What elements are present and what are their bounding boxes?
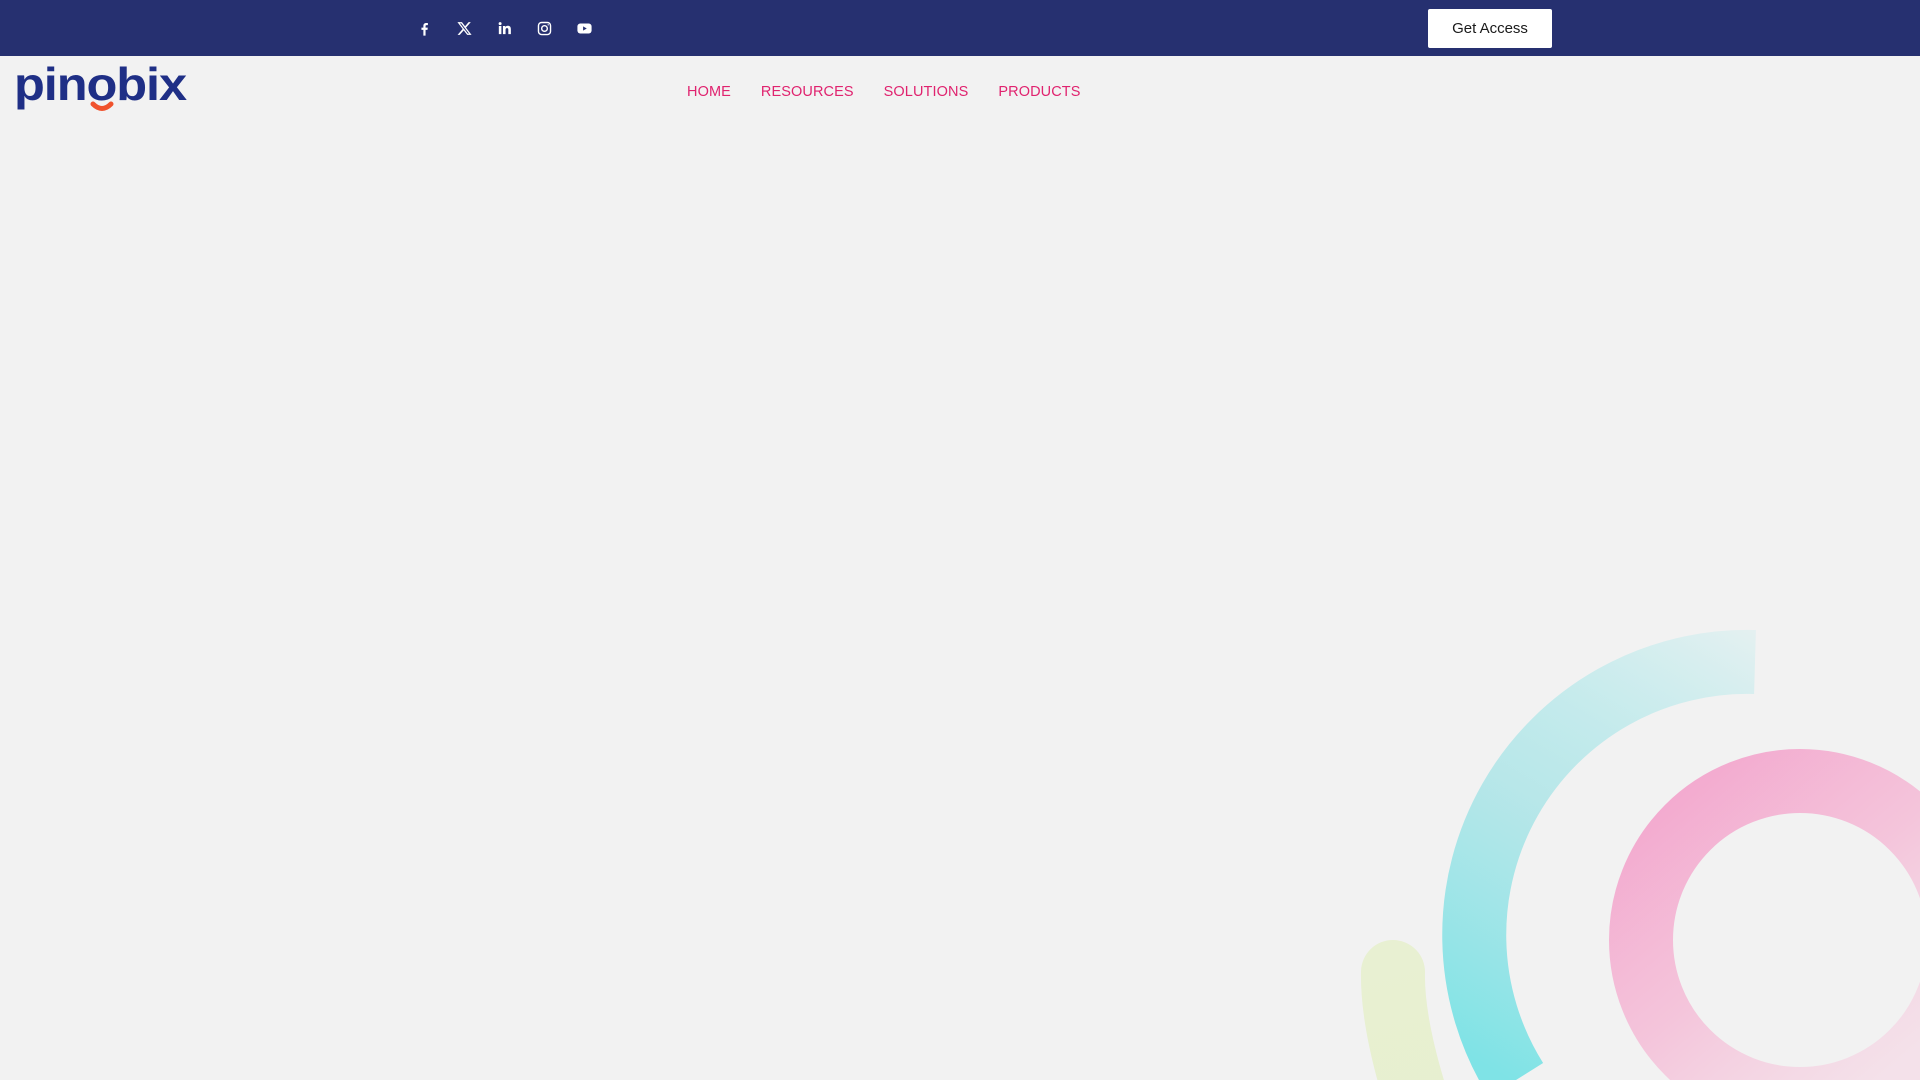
cyan-ring-arc	[1442, 629, 1756, 1080]
x-icon[interactable]	[450, 14, 478, 42]
youtube-icon[interactable]	[570, 14, 598, 42]
hero-decoration	[1360, 629, 1920, 1080]
pink-ring	[1609, 749, 1920, 1080]
social-links	[410, 14, 598, 42]
logo-text: pinobix	[14, 64, 188, 110]
linkedin-icon[interactable]	[490, 14, 518, 42]
get-access-button[interactable]: Get Access	[1428, 9, 1552, 48]
pinobix-logo[interactable]: pinobix	[14, 64, 190, 116]
top-bar: Get Access	[0, 0, 1920, 56]
main-header: pinobix HOME RESOURCES SOLUTIONS PRODUCT…	[0, 56, 1920, 124]
nav-home[interactable]: HOME	[687, 83, 731, 101]
yellow-arc	[1360, 940, 1444, 1080]
main-nav: HOME RESOURCES SOLUTIONS PRODUCTS	[687, 83, 1081, 101]
facebook-icon[interactable]	[410, 14, 438, 42]
nav-products[interactable]: PRODUCTS	[998, 83, 1080, 101]
nav-resources[interactable]: RESOURCES	[761, 83, 854, 101]
instagram-icon[interactable]	[530, 14, 558, 42]
nav-solutions[interactable]: SOLUTIONS	[884, 83, 969, 101]
